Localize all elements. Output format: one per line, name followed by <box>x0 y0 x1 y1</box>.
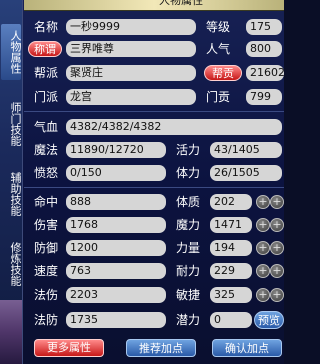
stamina-label: 体力 <box>176 166 201 180</box>
window-title: 人物属性 <box>159 0 203 7</box>
hp-field: 4382/4382/4382 <box>66 119 282 135</box>
stat-label: 命中 <box>34 195 59 209</box>
more-attributes-button[interactable]: 更多属性 <box>34 339 104 357</box>
attr-label: 潜力 <box>176 313 201 327</box>
recommend-points-button[interactable]: 推荐加点 <box>126 339 196 357</box>
plus-icon[interactable]: + <box>256 288 270 302</box>
level-field: 175 <box>246 19 282 35</box>
attr-value: 194 <box>210 240 252 256</box>
divider <box>24 187 284 188</box>
attr-value: 229 <box>210 263 252 279</box>
hp-label: 气血 <box>34 120 59 134</box>
plus-icon[interactable]: + <box>256 264 270 278</box>
plus-icon[interactable]: + <box>256 241 270 255</box>
vigor-field: 43/1405 <box>210 142 282 158</box>
plus-icon[interactable]: + <box>270 241 284 255</box>
character-panel: 人物属性 人物属性 师门技能 辅助技能 修炼技能 名称 一秒9999 等级 17… <box>0 0 284 364</box>
tab-school-skills[interactable]: 师门技能 <box>1 96 22 152</box>
stat-value: 1200 <box>66 240 166 256</box>
stat-label: 法防 <box>34 313 59 327</box>
attr-label: 体质 <box>176 195 201 209</box>
mp-label: 魔法 <box>34 143 59 157</box>
school-label: 门派 <box>34 90 59 104</box>
school-contribution-field: 799 <box>246 89 282 105</box>
attr-label: 力量 <box>176 241 201 255</box>
level-label: 等级 <box>206 20 231 34</box>
mp-field: 11890/12720 <box>66 142 166 158</box>
plus-icon[interactable]: + <box>270 218 284 232</box>
preview-button[interactable]: 预览 <box>254 311 284 329</box>
title-bar: 人物属性 <box>24 0 284 11</box>
attr-value: 325 <box>210 287 252 303</box>
plus-icon[interactable]: + <box>270 288 284 302</box>
attr-label: 敏捷 <box>176 288 201 302</box>
stamina-field: 26/1505 <box>210 165 282 181</box>
plus-icon[interactable]: + <box>256 218 270 232</box>
popularity-field: 800 <box>246 41 282 57</box>
stat-label: 速度 <box>34 264 59 278</box>
stat-value: 1735 <box>66 312 166 328</box>
name-field: 一秒9999 <box>66 19 196 35</box>
attr-value: 1471 <box>210 217 252 233</box>
attr-label: 耐力 <box>176 264 201 278</box>
plus-icon[interactable]: + <box>270 264 284 278</box>
title-button[interactable]: 称谓 <box>28 41 62 57</box>
tab-cultivation-skills[interactable]: 修炼技能 <box>1 236 22 292</box>
attr-label: 魔力 <box>176 218 201 232</box>
left-tab-strip: 人物属性 师门技能 辅助技能 修炼技能 <box>0 0 23 364</box>
confirm-points-button[interactable]: 确认加点 <box>212 339 282 357</box>
stat-value: 888 <box>66 194 166 210</box>
rage-field: 0/150 <box>66 165 166 181</box>
attr-value: 202 <box>210 194 252 210</box>
attr-value: 0 <box>210 312 252 328</box>
faction-field: 聚贤庄 <box>66 65 196 81</box>
school-contribution-label: 门贡 <box>206 90 231 104</box>
school-field: 龙宫 <box>66 89 196 105</box>
stat-label: 伤害 <box>34 218 59 232</box>
popularity-label: 人气 <box>206 42 231 56</box>
character-figure-art <box>0 300 22 364</box>
name-label: 名称 <box>34 20 59 34</box>
tab-support-skills[interactable]: 辅助技能 <box>1 166 22 222</box>
stat-label: 防御 <box>34 241 59 255</box>
rage-label: 愤怒 <box>34 166 59 180</box>
divider <box>24 111 284 112</box>
stat-value: 1768 <box>66 217 166 233</box>
stat-value: 2203 <box>66 287 166 303</box>
title-field: 三界唯尊 <box>66 41 196 57</box>
plus-icon[interactable]: + <box>256 195 270 209</box>
plus-icon[interactable]: + <box>270 195 284 209</box>
faction-label: 帮派 <box>34 66 59 80</box>
faction-contribution-field: 21602 <box>246 65 284 81</box>
vigor-label: 活力 <box>176 143 201 157</box>
faction-contribution-button[interactable]: 帮贡 <box>204 65 242 81</box>
stat-value: 763 <box>66 263 166 279</box>
tab-character-attributes[interactable]: 人物属性 <box>1 24 22 80</box>
stat-label: 法伤 <box>34 288 59 302</box>
